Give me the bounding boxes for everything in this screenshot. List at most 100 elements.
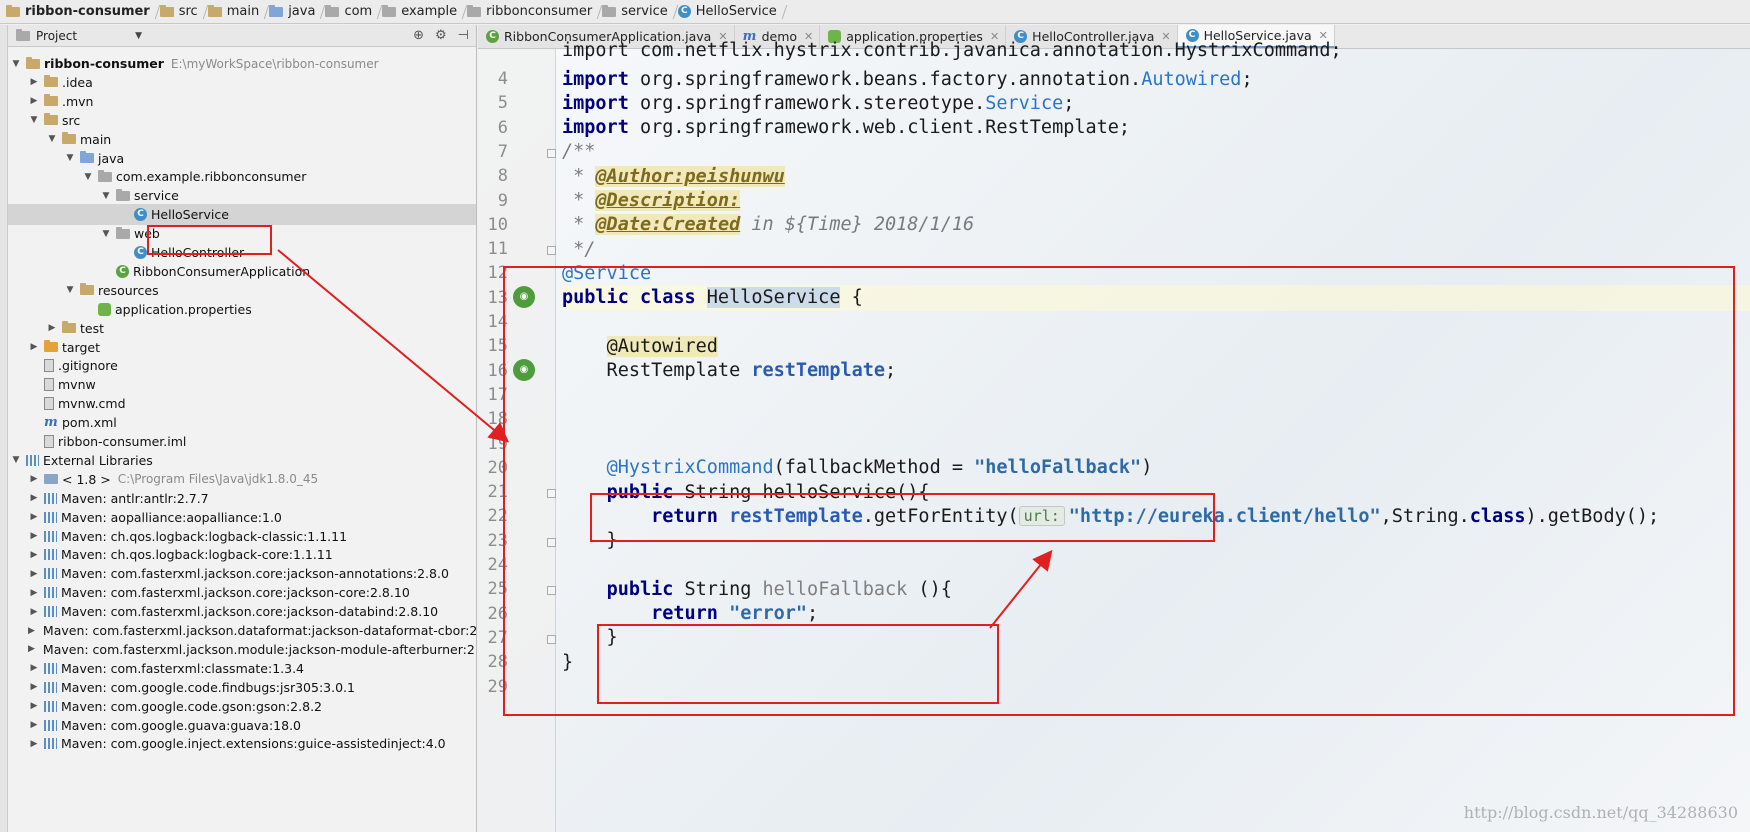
- tree-item[interactable]: ▶ Maven: com.fasterxml.jackson.module:jac…: [8, 639, 476, 660]
- chevron-down-icon[interactable]: ▼: [64, 153, 76, 163]
- line-number: 4: [497, 69, 508, 89]
- tree-item[interactable]: ▶ Maven: com.google.code.gson:gson:2.8.2: [8, 696, 476, 717]
- tree-item[interactable]: ▶ Maven: com.fasterxml:classmate:1.3.4: [8, 658, 476, 679]
- tree-item[interactable]: .gitignore: [8, 355, 476, 376]
- tree-item[interactable]: m pom.xml: [8, 412, 476, 433]
- tree-item[interactable]: ▼ service: [8, 185, 476, 206]
- fold-marker-icon[interactable]: [547, 586, 556, 596]
- chevron-right-icon[interactable]: ▶: [28, 720, 40, 730]
- tree-item[interactable]: ▶ Maven: aopalliance:aopalliance:1.0: [8, 507, 476, 528]
- chevron-right-icon[interactable]: ▶: [28, 493, 40, 503]
- tree-item[interactable]: ▶ Maven: com.fasterxml.jackson.core:jacks…: [8, 582, 476, 603]
- chevron-right-icon[interactable]: ▶: [28, 96, 40, 106]
- breadcrumb-item[interactable]: ribbon-consumer: [2, 0, 156, 23]
- project-view-selector[interactable]: Project: [16, 28, 77, 43]
- breadcrumb-item[interactable]: example: [378, 0, 463, 23]
- hide-icon[interactable]: ⊣: [458, 28, 469, 43]
- tree-item[interactable]: C HelloService: [8, 204, 476, 226]
- tree-item[interactable]: ▶ Maven: com.fasterxml.jackson.core:jacks…: [8, 601, 476, 622]
- tree-item[interactable]: ▶ .idea: [8, 72, 476, 93]
- tree-item[interactable]: ▶ < 1.8 > C:\Program Files\Java\jdk1.8.0_4…: [8, 469, 476, 490]
- chevron-down-icon[interactable]: ▼: [64, 285, 76, 295]
- tree-item[interactable]: ▶ test: [8, 318, 476, 339]
- tree-item[interactable]: ▼ ribbon-consumer E:\myWorkSpace\ribbon-co…: [8, 53, 476, 74]
- tree-item[interactable]: ▼ External Libraries: [8, 450, 476, 471]
- tree-item[interactable]: ▼ main: [8, 129, 476, 150]
- tree-item[interactable]: ▼ resources: [8, 280, 476, 301]
- tree-item[interactable]: ▼ src: [8, 110, 476, 131]
- chevron-down-icon[interactable]: ▼: [28, 115, 40, 125]
- tree-item[interactable]: ▶ Maven: com.fasterxml.jackson.dataformat…: [8, 620, 476, 641]
- tree-item[interactable]: C RibbonConsumerApplication: [8, 261, 476, 282]
- line-number: 23: [487, 530, 508, 551]
- target-icon[interactable]: ⊕: [413, 28, 424, 43]
- chevron-right-icon[interactable]: ▶: [28, 550, 40, 560]
- tree-item[interactable]: ▶ Maven: com.google.inject.extensions:gui…: [8, 733, 476, 754]
- fold-marker-icon[interactable]: [547, 489, 556, 499]
- tree-item[interactable]: ribbon-consumer.iml: [8, 431, 476, 452]
- tree-item[interactable]: ▶ Maven: com.google.code.findbugs:jsr305:…: [8, 677, 476, 698]
- code-token: class: [1469, 505, 1526, 527]
- code-area[interactable]: import com.netflix.hystrix.contrib.javan…: [562, 40, 1750, 832]
- breadcrumb-item[interactable]: com: [321, 0, 378, 23]
- chevron-right-icon[interactable]: ▶: [28, 342, 40, 352]
- tree-item-label: src: [62, 112, 81, 128]
- chevron-right-icon[interactable]: ▶: [28, 607, 40, 617]
- chevron-right-icon[interactable]: ▶: [28, 569, 40, 579]
- fold-marker-icon[interactable]: [547, 246, 556, 256]
- tree-item[interactable]: ▼ java: [8, 148, 476, 169]
- chevron-right-icon[interactable]: ▶: [28, 682, 40, 692]
- tree-item[interactable]: ▼ com.example.ribbonconsumer: [8, 166, 476, 187]
- fold-marker-icon[interactable]: [547, 537, 556, 547]
- spring-bean-icon[interactable]: ◉: [513, 285, 535, 308]
- chevron-down-icon[interactable]: ▼: [100, 229, 112, 239]
- tree-item[interactable]: ▼ web: [8, 223, 476, 244]
- breadcrumb-item[interactable]: service: [598, 0, 674, 23]
- chevron-right-icon[interactable]: ▶: [28, 701, 40, 711]
- tree-item[interactable]: application.properties: [8, 299, 476, 320]
- chevron-right-icon[interactable]: ▶: [28, 531, 40, 541]
- tree-item[interactable]: mvnw: [8, 374, 476, 395]
- tree-item[interactable]: ▶ Maven: antlr:antlr:2.7.7: [8, 488, 476, 509]
- breadcrumb-item[interactable]: src: [156, 0, 204, 23]
- chevron-down-icon[interactable]: ▼: [46, 134, 58, 144]
- tree-item[interactable]: ▶ Maven: com.google.guava:guava:18.0: [8, 715, 476, 736]
- code-line: * @Author:peishunwu: [562, 163, 785, 189]
- breadcrumb-item[interactable]: C HelloService: [674, 0, 783, 23]
- tree-item[interactable]: ▶ .mvn: [8, 91, 476, 112]
- chevron-right-icon[interactable]: ▶: [46, 323, 58, 333]
- chevron-right-icon[interactable]: ▶: [28, 644, 35, 654]
- side-tool-strip[interactable]: [0, 25, 8, 832]
- chevron-down-icon[interactable]: ▼: [10, 455, 22, 465]
- breadcrumb-item[interactable]: main: [204, 0, 265, 23]
- tree-item[interactable]: ▶ Maven: ch.qos.logback:logback-classic:1…: [8, 526, 476, 547]
- tree-item[interactable]: ▶ target: [8, 337, 476, 358]
- chevron-down-icon[interactable]: ▼: [10, 59, 22, 69]
- tree-item[interactable]: C HelloController: [8, 242, 476, 263]
- fold-marker-icon[interactable]: [547, 634, 556, 644]
- code-line: public String helloService(){: [562, 479, 930, 505]
- chevron-down-icon[interactable]: ▼: [82, 172, 94, 182]
- chevron-right-icon[interactable]: ▶: [28, 474, 40, 484]
- code-token: Autowired: [1141, 68, 1242, 90]
- chevron-right-icon[interactable]: ▶: [28, 663, 40, 673]
- autowired-icon[interactable]: ◉: [513, 358, 535, 381]
- tree-item-label: .gitignore: [58, 358, 118, 374]
- breadcrumb-label: src: [178, 4, 198, 19]
- chevron-right-icon[interactable]: ▶: [28, 626, 35, 636]
- fold-marker-icon[interactable]: [547, 148, 556, 158]
- breadcrumb-item[interactable]: ribbonconsumer: [463, 0, 598, 23]
- gear-icon[interactable]: ⚙: [435, 28, 447, 43]
- chevron-right-icon[interactable]: ▶: [28, 512, 40, 522]
- tree-item[interactable]: ▶ Maven: ch.qos.logback:logback-core:1.1.…: [8, 544, 476, 565]
- breadcrumb-item[interactable]: java: [265, 0, 321, 23]
- tree-item[interactable]: mvnw.cmd: [8, 393, 476, 414]
- chevron-right-icon[interactable]: ▶: [28, 588, 40, 598]
- chevron-down-icon[interactable]: ▼: [135, 31, 142, 41]
- chevron-right-icon[interactable]: ▶: [28, 739, 40, 749]
- chevron-down-icon[interactable]: ▼: [100, 191, 112, 201]
- tree-item[interactable]: ▶ Maven: com.fasterxml.jackson.core:jacks…: [8, 563, 476, 584]
- chevron-right-icon[interactable]: ▶: [28, 77, 40, 87]
- code-line: @HystrixCommand (fallbackMethod = "helloF…: [562, 455, 1153, 481]
